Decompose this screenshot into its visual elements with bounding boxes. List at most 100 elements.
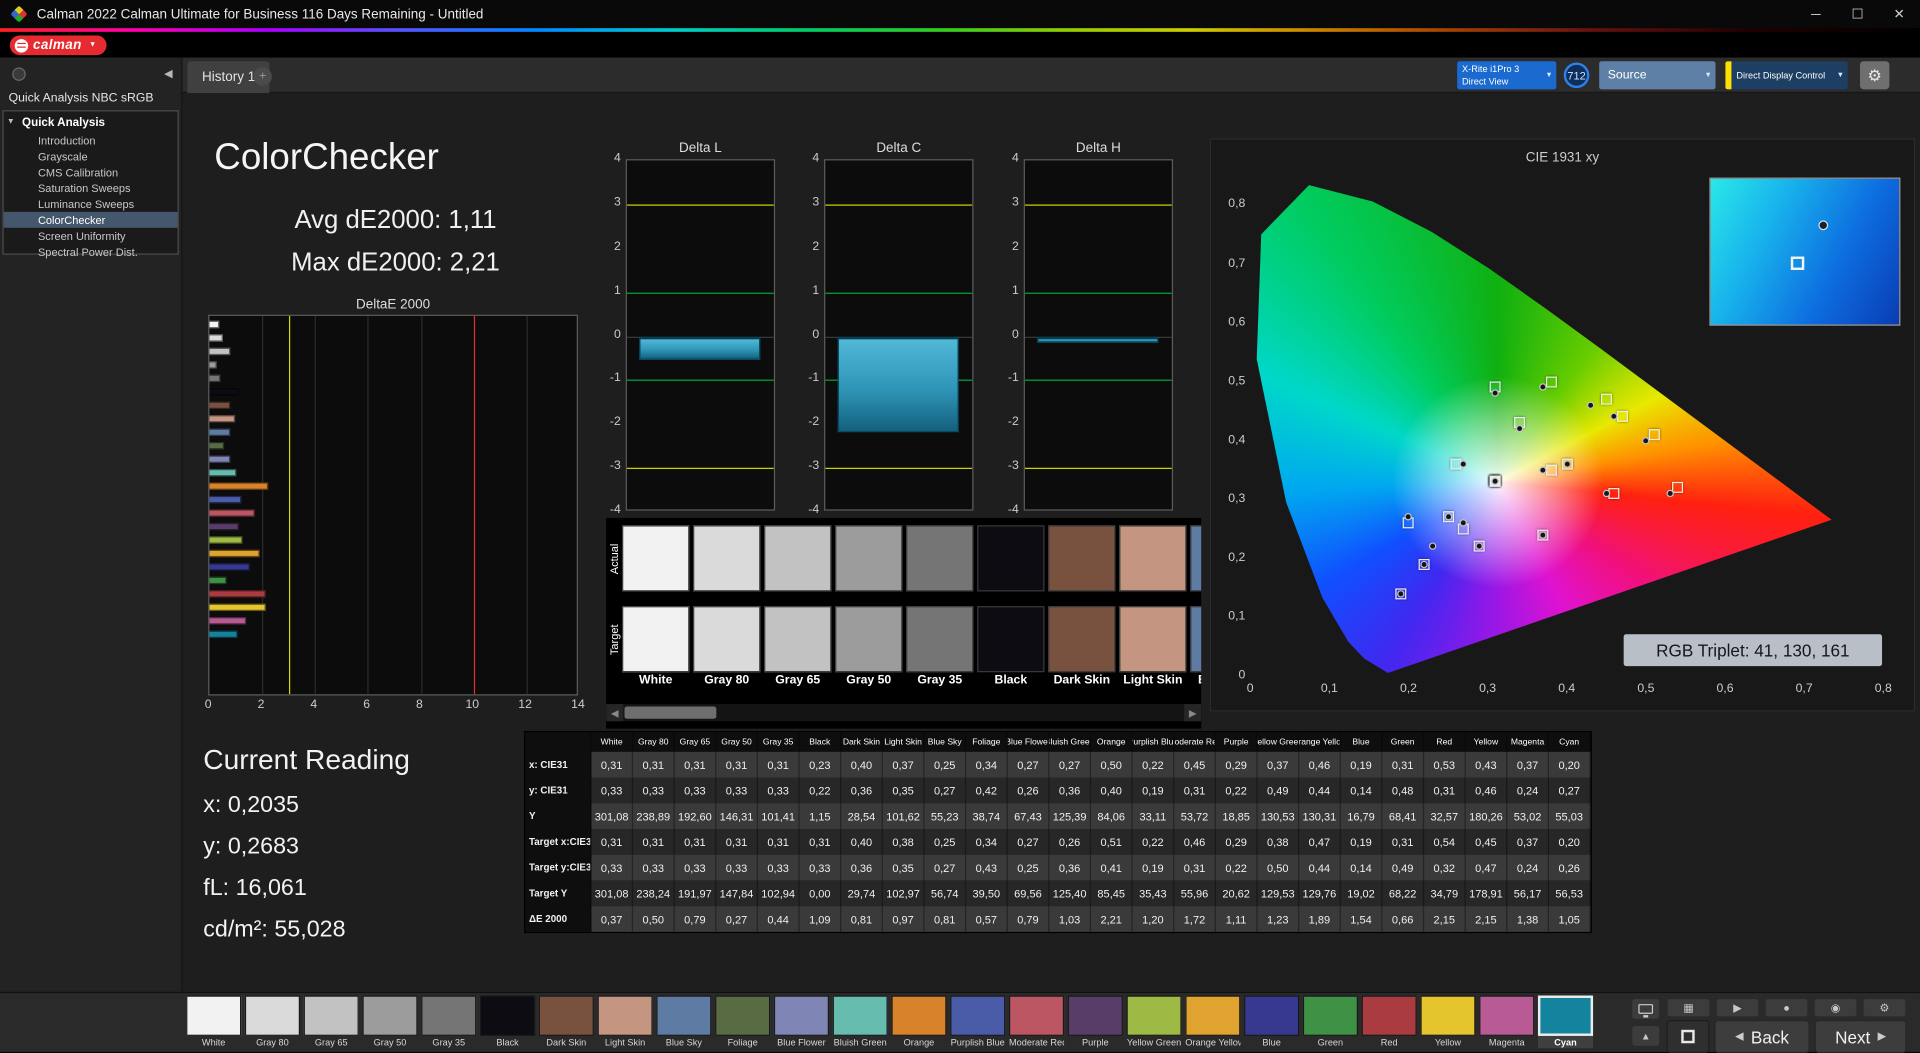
table-cell: 28,54 bbox=[841, 803, 883, 829]
patch-button-dark-skin[interactable]: Dark Skin bbox=[539, 996, 594, 1049]
table-cell: 0,31 bbox=[591, 829, 633, 855]
workflow-title: Quick Analysis NBC sRGB bbox=[9, 92, 154, 105]
patch-button-blue-flower[interactable]: Blue Flower bbox=[774, 996, 829, 1049]
patch-button-gray-80[interactable]: Gray 80 bbox=[245, 996, 300, 1049]
scrollbar-track[interactable] bbox=[623, 704, 1184, 721]
swatch-target-gray-80 bbox=[693, 606, 760, 672]
patch-button-foliage[interactable]: Foliage bbox=[715, 996, 770, 1049]
stop-button[interactable] bbox=[1667, 1020, 1710, 1053]
patch-button-gray-35[interactable]: Gray 35 bbox=[421, 996, 476, 1049]
table-column-header: Magenta bbox=[1507, 732, 1549, 752]
add-tab-button[interactable]: + bbox=[253, 67, 271, 85]
patch-label: Light Skin bbox=[598, 1037, 653, 1048]
patch-button-blue[interactable]: Blue bbox=[1244, 996, 1299, 1049]
patch-button-orange[interactable]: Orange bbox=[891, 996, 946, 1049]
axis-tick-label: -1 bbox=[605, 371, 621, 384]
delta-h-chart: Delta H 43210-1-2-3-4 bbox=[1004, 141, 1175, 513]
patch-button-magenta[interactable]: Magenta bbox=[1479, 996, 1534, 1049]
table-cell: 0,33 bbox=[591, 778, 633, 804]
eject-button[interactable]: ▲ bbox=[1631, 1025, 1660, 1047]
patch-label: Cyan bbox=[1538, 1037, 1593, 1048]
calman-logo-icon bbox=[15, 39, 28, 52]
scroll-right-button[interactable]: ▶ bbox=[1184, 704, 1201, 721]
record-button[interactable]: ● bbox=[1764, 998, 1808, 1018]
patch-button-white[interactable]: White bbox=[186, 996, 241, 1049]
sidebar-item-screen-uniformity[interactable]: Screen Uniformity bbox=[4, 228, 178, 244]
table-cell: 0,31 bbox=[1174, 778, 1216, 804]
swatch-row-actual bbox=[622, 525, 1201, 591]
sidebar-item-introduction[interactable]: Introduction bbox=[4, 132, 178, 148]
axis-tick-label: 0,8 bbox=[1869, 682, 1898, 695]
table-cell: 0,26 bbox=[1049, 829, 1091, 855]
cie-inset-target-marker bbox=[1791, 257, 1804, 270]
workflow-menu-button[interactable] bbox=[12, 67, 25, 80]
table-cell: 0,81 bbox=[841, 906, 883, 932]
scroll-left-button[interactable]: ◀ bbox=[606, 704, 623, 721]
sidebar-item-quick-analysis[interactable]: Quick Analysis bbox=[4, 115, 178, 132]
sidebar-item-colorchecker[interactable]: ColorChecker bbox=[4, 212, 178, 228]
sidebar-item-cms-calibration[interactable]: CMS Calibration bbox=[4, 164, 178, 180]
table-cell: 0,29 bbox=[1216, 752, 1258, 778]
patch-button-gray-65[interactable]: Gray 65 bbox=[304, 996, 359, 1049]
table-cell: 0,53 bbox=[1424, 752, 1466, 778]
options-button[interactable]: ⚙ bbox=[1862, 998, 1906, 1018]
sidebar-item-saturation-sweeps[interactable]: Saturation Sweeps bbox=[4, 180, 178, 196]
patch-button-orange-yellow[interactable]: Orange Yellow bbox=[1185, 996, 1240, 1049]
scrollbar-thumb[interactable] bbox=[624, 707, 716, 719]
table-cell: 0,81 bbox=[924, 906, 966, 932]
patch-button-yellow[interactable]: Yellow bbox=[1420, 996, 1475, 1049]
delta-bar bbox=[838, 336, 959, 433]
table-cell: 0,19 bbox=[1341, 752, 1383, 778]
patch-button-bluish-green[interactable]: Bluish Green bbox=[833, 996, 888, 1049]
close-button[interactable]: ✕ bbox=[1878, 0, 1920, 28]
sidebar-item-luminance-sweeps[interactable]: Luminance Sweeps bbox=[4, 196, 178, 212]
patch-button-blue-sky[interactable]: Blue Sky bbox=[656, 996, 711, 1049]
sidebar-tree: IntroductionGrayscaleCMS CalibrationSatu… bbox=[4, 132, 178, 259]
tolerance-line bbox=[627, 380, 774, 381]
axis-tick-label: 0 bbox=[1003, 328, 1019, 341]
deltae-bar-gray-50 bbox=[209, 361, 216, 368]
chart-title: DeltaE 2000 bbox=[206, 298, 581, 313]
maximize-button[interactable]: ☐ bbox=[1837, 0, 1879, 28]
axis-tick-label: 2 bbox=[803, 240, 819, 253]
table-cell: 0,50 bbox=[633, 906, 675, 932]
chart-title: CIE 1931 xy bbox=[1211, 151, 1914, 166]
patch-button-gray-50[interactable]: Gray 50 bbox=[362, 996, 417, 1049]
patch-button-moderate-red[interactable]: Moderate Red bbox=[1009, 996, 1064, 1049]
back-button[interactable]: ◀ Back bbox=[1714, 1020, 1810, 1053]
play-button[interactable]: ▶ bbox=[1716, 998, 1760, 1018]
sidebar-collapse-button[interactable]: ◀ bbox=[164, 67, 172, 80]
table-cell: 56,53 bbox=[1549, 880, 1591, 906]
patch-swatch bbox=[421, 996, 476, 1036]
pattern-grid-button[interactable]: ▦ bbox=[1667, 998, 1711, 1018]
calman-menu-button[interactable]: calman ▼ bbox=[10, 36, 106, 56]
patch-button-purple[interactable]: Purple bbox=[1068, 996, 1123, 1049]
display-control-dropdown[interactable]: Direct Display Control ▼ bbox=[1725, 61, 1847, 89]
patch-button-light-skin[interactable]: Light Skin bbox=[598, 996, 653, 1049]
swatch-target-white bbox=[622, 606, 689, 672]
settings-button[interactable]: ⚙ bbox=[1860, 61, 1889, 89]
patch-button-green[interactable]: Green bbox=[1303, 996, 1358, 1049]
next-button[interactable]: Next ▶ bbox=[1815, 1020, 1907, 1053]
table-cell: 0,41 bbox=[1091, 855, 1133, 881]
meter-select-dropdown[interactable]: X-Rite i1Pro 3 Direct View ▼ bbox=[1457, 61, 1556, 89]
axis-tick-label: 0,3 bbox=[1473, 682, 1502, 695]
table-cell: 0,31 bbox=[1424, 778, 1466, 804]
deltae-bar-red bbox=[209, 590, 266, 597]
sidebar-item-spectral-power-dist-[interactable]: Spectral Power Dist. bbox=[4, 244, 178, 260]
preview-button[interactable]: ◉ bbox=[1813, 998, 1857, 1018]
patch-button-purplish-blue[interactable]: Purplish Blue bbox=[950, 996, 1005, 1049]
minimize-button[interactable]: ─ bbox=[1795, 0, 1837, 28]
axis-tick-label: 1 bbox=[1003, 284, 1019, 297]
patch-button-black[interactable]: Black bbox=[480, 996, 535, 1049]
table-cell: 0,34 bbox=[966, 829, 1008, 855]
table-cell: 2,21 bbox=[1091, 906, 1133, 932]
source-dropdown[interactable]: Source ▼ bbox=[1599, 61, 1715, 89]
patch-button-red[interactable]: Red bbox=[1362, 996, 1417, 1049]
patch-button-cyan[interactable]: Cyan bbox=[1538, 996, 1593, 1049]
patch-button-yellow-green[interactable]: Yellow Green bbox=[1127, 996, 1182, 1049]
cie-measured-marker bbox=[1405, 513, 1412, 520]
display-profile-button[interactable] bbox=[1631, 998, 1660, 1020]
patch-swatch bbox=[598, 996, 653, 1036]
sidebar-item-grayscale[interactable]: Grayscale bbox=[4, 148, 178, 164]
